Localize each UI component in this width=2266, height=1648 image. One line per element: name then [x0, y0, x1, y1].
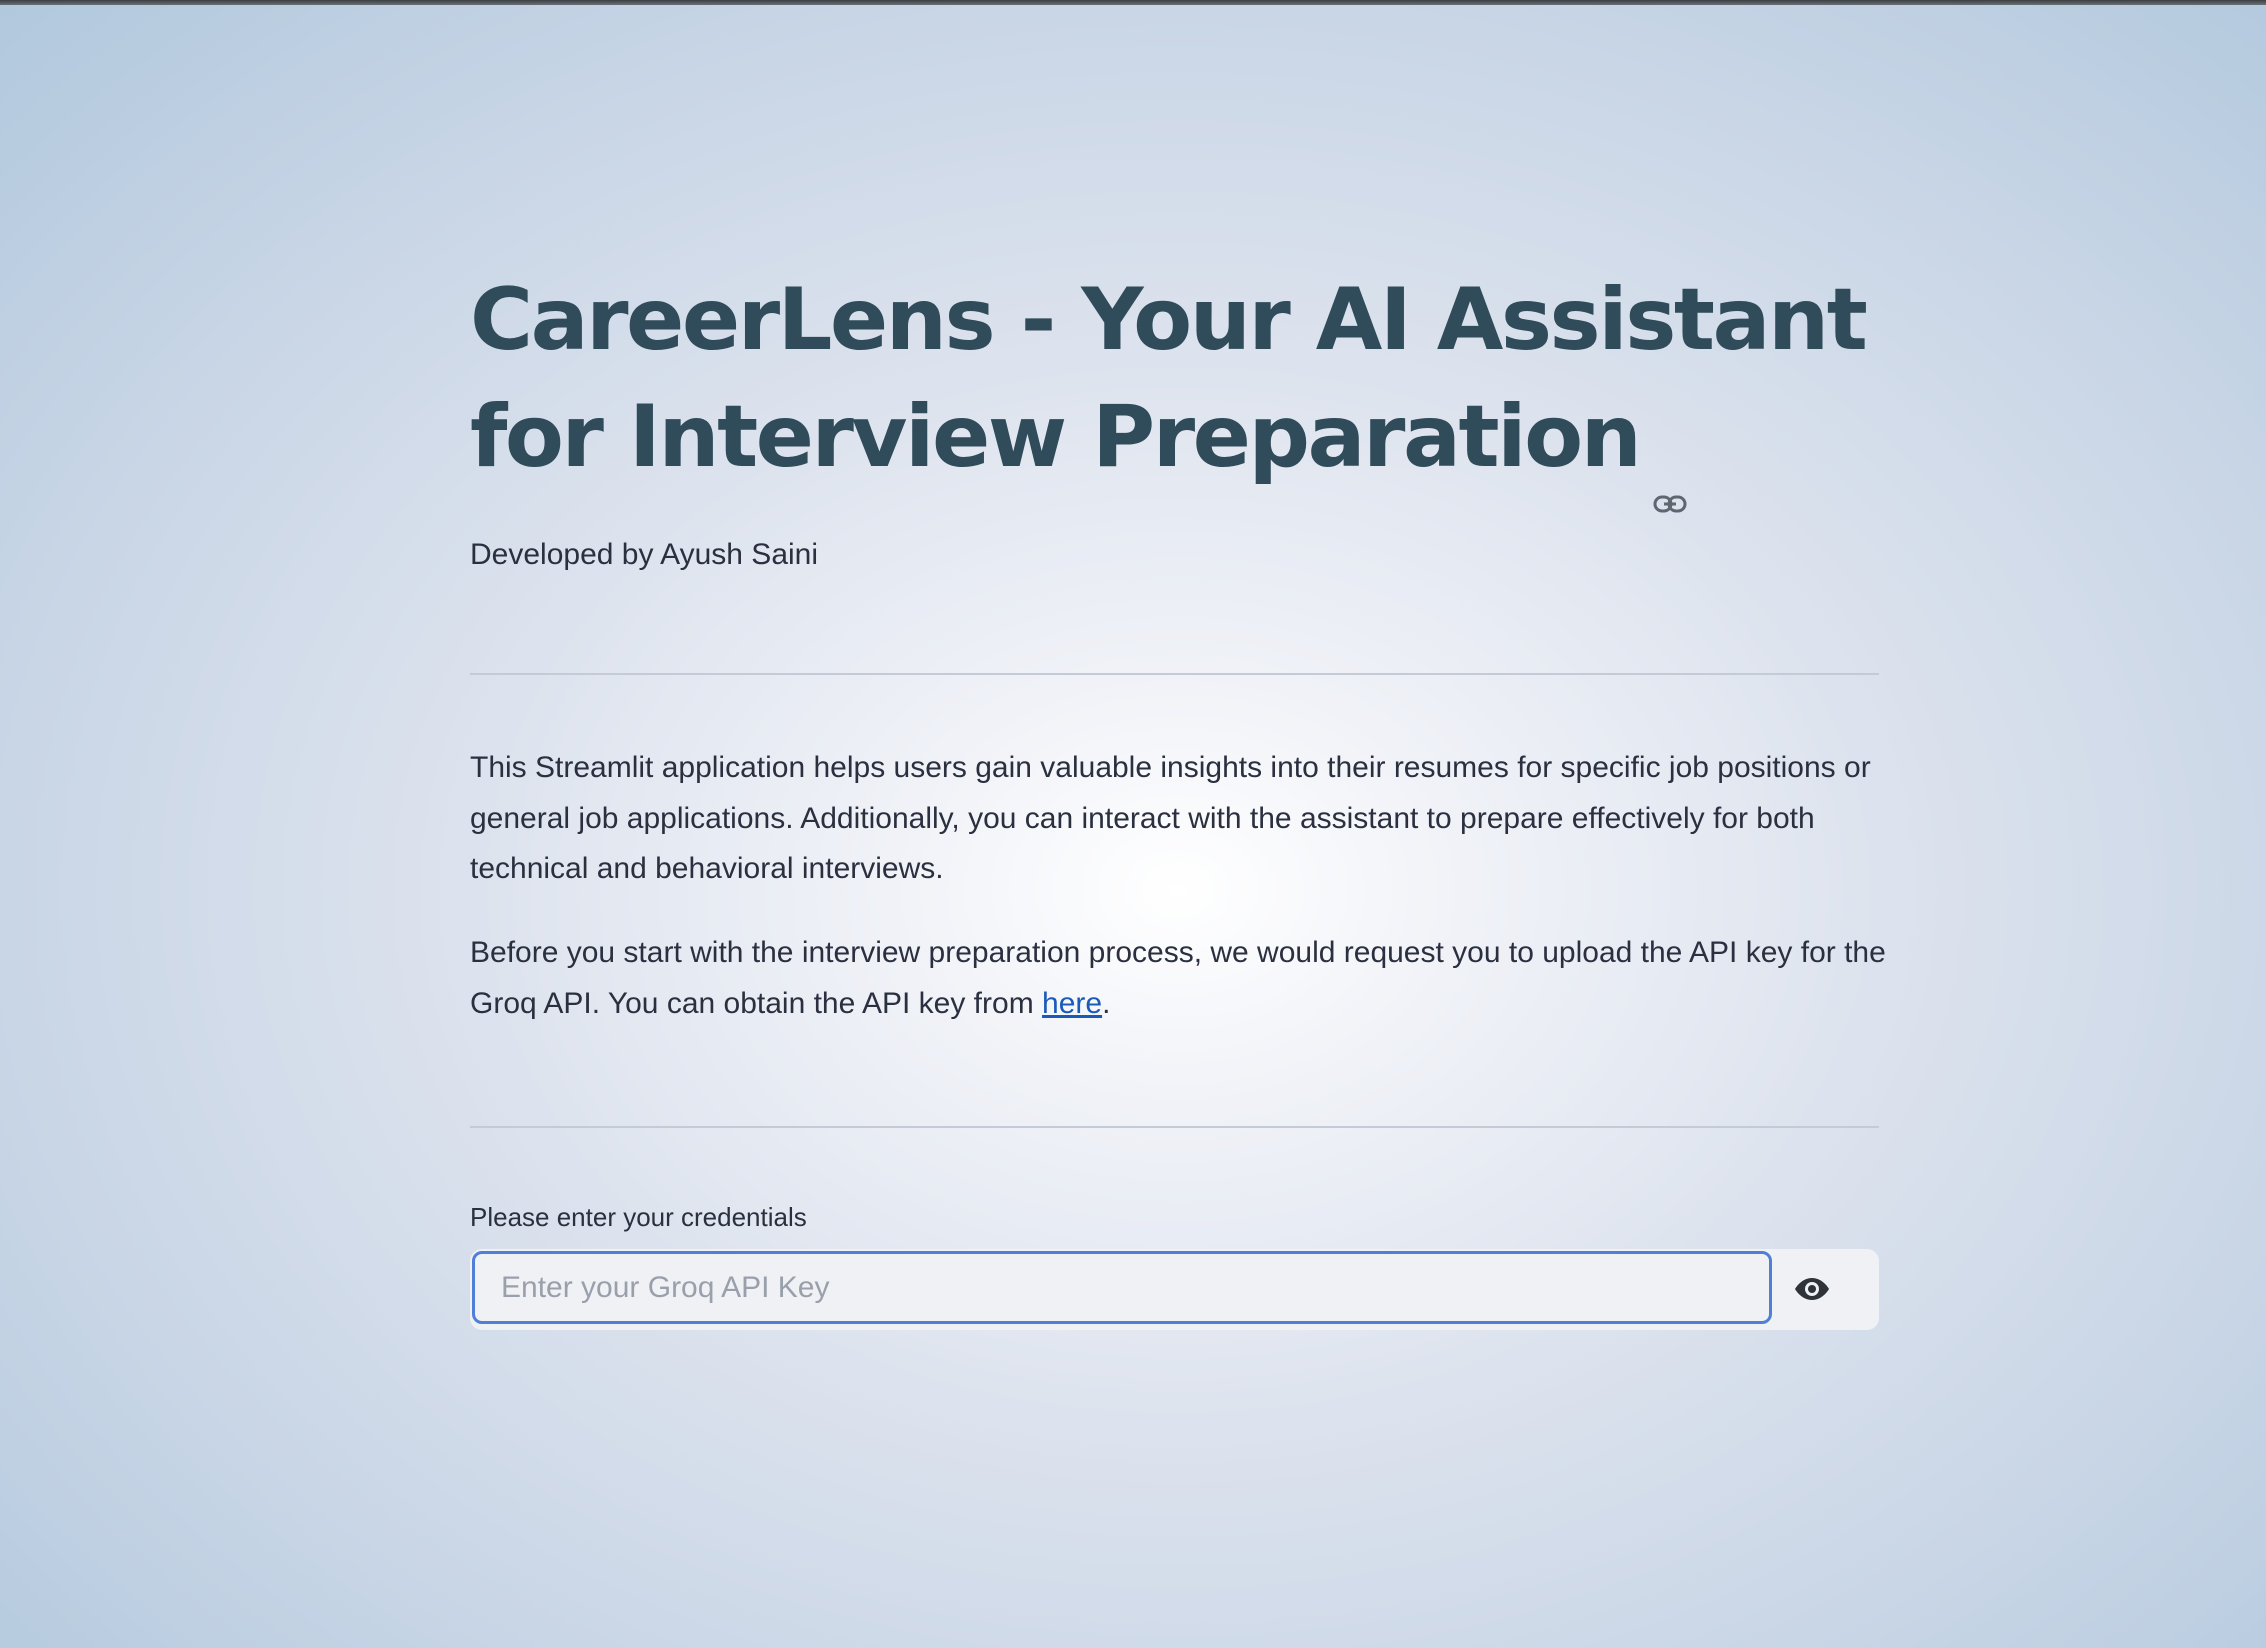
- api-key-link[interactable]: here: [1042, 987, 1102, 1020]
- api-key-paragraph-end: .: [1102, 986, 1111, 1020]
- api-key-input[interactable]: [472, 1251, 1772, 1324]
- page-title-text: CareerLens - Your AI Assistant for Inter…: [470, 270, 1868, 487]
- api-key-paragraph-text: Before you start with the interview prep…: [470, 936, 1886, 1020]
- top-header-bar: [0, 0, 2266, 5]
- api-key-paragraph: Before you start with the interview prep…: [470, 928, 1890, 1029]
- link-icon[interactable]: [1653, 427, 1687, 513]
- intro-paragraph: This Streamlit application helps users g…: [470, 751, 1871, 885]
- credentials-label: Please enter your credentials: [470, 1202, 807, 1232]
- divider-bottom: [470, 1126, 1879, 1128]
- developer-credit: Developed by Ayush Saini: [470, 538, 819, 571]
- api-key-input-container: [470, 1249, 1879, 1330]
- page-title: CareerLens - Your AI Assistant for Inter…: [470, 262, 1879, 513]
- divider-top: [470, 673, 1879, 675]
- show-password-button[interactable]: [1788, 1269, 1836, 1309]
- eye-icon: [1795, 1278, 1829, 1300]
